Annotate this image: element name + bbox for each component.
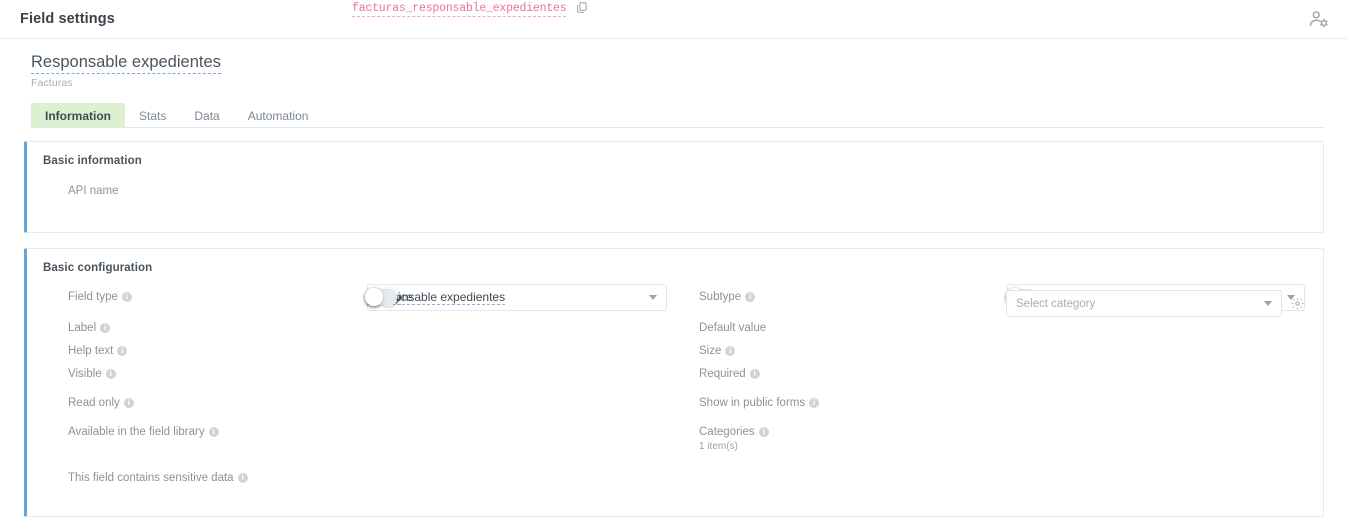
- user-gear-icon[interactable]: [1308, 8, 1330, 30]
- categories-select-value: Select category: [1016, 298, 1095, 310]
- basic-configuration-title: Basic configuration: [27, 249, 1323, 274]
- info-icon[interactable]: i: [759, 427, 769, 437]
- field-type-label-text: Field type: [68, 290, 118, 304]
- info-icon[interactable]: i: [117, 346, 127, 356]
- field-type-label: Field type i: [27, 290, 132, 304]
- copy-icon[interactable]: [576, 1, 588, 19]
- entity-header: Responsable expedientes Facturas: [0, 39, 1348, 89]
- visible-row: Visible i: [27, 367, 675, 396]
- categories-label-block: Categories i 1 item(s): [675, 425, 769, 452]
- label-label: Label i: [27, 321, 110, 335]
- sensitive-data-row: This field contains sensitive data i: [27, 471, 675, 500]
- configuration-right-column: Subtype i Default Default value: [675, 290, 1323, 500]
- topbar-actions: [1308, 8, 1330, 30]
- size-row: Size i 30: [675, 344, 1323, 367]
- chevron-down-icon: [649, 295, 657, 300]
- public-forms-label: Show in public forms i: [675, 396, 819, 410]
- entity-title[interactable]: Responsable expedientes: [31, 53, 1348, 74]
- entity-title-text[interactable]: Responsable expedientes: [31, 53, 221, 74]
- configuration-left-column: Field type i Choice Label i: [27, 290, 675, 500]
- tab-bar: Information Stats Data Automation: [31, 103, 1324, 128]
- required-row: Required i: [675, 367, 1323, 396]
- categories-settings-gear-icon[interactable]: [1291, 297, 1304, 310]
- info-icon[interactable]: i: [725, 346, 735, 356]
- visible-label-text: Visible: [68, 367, 102, 381]
- categories-row: Categories i 1 item(s) Select category: [675, 425, 1323, 471]
- field-library-label: Available in the field library i: [27, 425, 219, 439]
- info-icon[interactable]: i: [750, 369, 760, 379]
- size-label: Size i: [675, 344, 735, 358]
- subtype-label-text: Subtype: [699, 290, 741, 304]
- help-text-row: Help text i Empty: [27, 344, 675, 367]
- basic-configuration-card: Basic configuration Field type i Choice: [24, 248, 1324, 517]
- required-label-text: Required: [699, 367, 746, 381]
- categories-count: 1 item(s): [675, 441, 769, 452]
- label-label-text: Label: [68, 321, 96, 335]
- required-label: Required i: [675, 367, 760, 381]
- page-title: Field settings: [20, 11, 115, 27]
- sensitive-data-toggle[interactable]: [366, 289, 396, 305]
- size-label-text: Size: [699, 344, 721, 358]
- info-icon[interactable]: i: [124, 398, 134, 408]
- sensitive-data-toggle-wrap: [366, 289, 396, 305]
- categories-label: Categories i: [675, 425, 769, 439]
- public-forms-label-text: Show in public forms: [699, 396, 805, 410]
- visible-label: Visible i: [27, 367, 116, 381]
- api-name-value-wrap: facturas_responsable_expedientes: [352, 0, 588, 19]
- configuration-columns: Field type i Choice Label i: [27, 290, 1323, 500]
- default-value-label: Default value: [675, 321, 766, 335]
- subtype-label: Subtype i: [675, 290, 755, 304]
- tab-stats[interactable]: Stats: [125, 103, 180, 128]
- categories-select-wrap: Select category: [1006, 290, 1304, 317]
- field-library-label-text: Available in the field library: [68, 425, 205, 439]
- basic-information-card: Basic information API name facturas_resp…: [24, 141, 1324, 233]
- field-library-row: Available in the field library i: [27, 425, 675, 471]
- read-only-label-text: Read only: [68, 396, 120, 410]
- api-name-value[interactable]: facturas_responsable_expedientes: [352, 2, 566, 17]
- help-text-label: Help text i: [27, 344, 127, 358]
- sensitive-data-label: This field contains sensitive data i: [27, 471, 248, 485]
- info-icon[interactable]: i: [209, 427, 219, 437]
- field-type-row: Field type i Choice: [27, 290, 675, 321]
- api-name-row: API name facturas_responsable_expediente…: [27, 184, 1323, 207]
- info-icon[interactable]: i: [809, 398, 819, 408]
- info-icon[interactable]: i: [745, 292, 755, 302]
- read-only-row: Read only i: [27, 396, 675, 425]
- categories-label-text: Categories: [699, 425, 755, 439]
- default-value-label-text: Default value: [699, 321, 766, 335]
- default-value-row: Default value Empty: [675, 321, 1323, 344]
- label-row: Label i Responsable expedientes: [27, 321, 675, 344]
- categories-select[interactable]: Select category: [1006, 290, 1282, 317]
- chevron-down-icon: [1264, 301, 1272, 306]
- sensitive-data-label-text: This field contains sensitive data: [68, 471, 234, 485]
- info-icon[interactable]: i: [122, 292, 132, 302]
- help-text-label-text: Help text: [68, 344, 113, 358]
- tab-data[interactable]: Data: [180, 103, 233, 128]
- top-bar: Field settings: [0, 0, 1348, 39]
- info-icon[interactable]: i: [106, 369, 116, 379]
- public-forms-row: Show in public forms i: [675, 396, 1323, 425]
- tab-automation[interactable]: Automation: [234, 103, 323, 128]
- api-name-label: API name: [27, 184, 119, 198]
- entity-subtitle: Facturas: [31, 77, 1348, 89]
- info-icon[interactable]: i: [238, 473, 248, 483]
- tab-information[interactable]: Information: [31, 103, 125, 128]
- read-only-label: Read only i: [27, 396, 134, 410]
- info-icon[interactable]: i: [100, 323, 110, 333]
- basic-information-title: Basic information: [27, 142, 1323, 167]
